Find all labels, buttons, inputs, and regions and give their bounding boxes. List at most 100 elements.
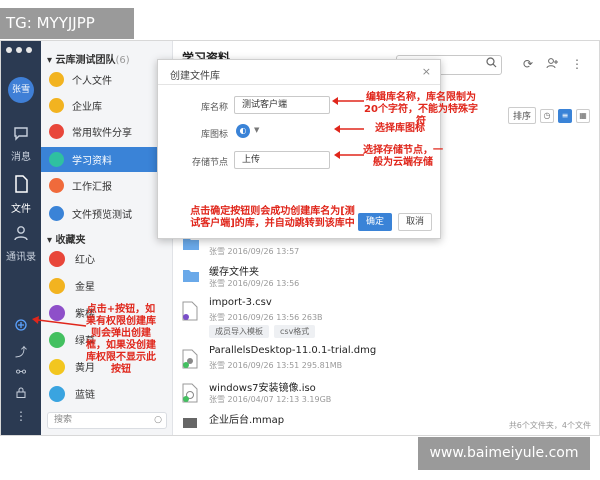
storage-node-select[interactable]: 上传 (234, 151, 330, 169)
file-tag[interactable]: csv格式 (274, 325, 316, 338)
color-dot-icon (49, 277, 65, 294)
library-search-input[interactable]: 搜索 ○ (47, 412, 167, 429)
library-item-label: 企业库 (72, 102, 102, 113)
library-name-label: 库名称 (200, 103, 228, 113)
library-item-personal[interactable]: 个人文件 (41, 67, 173, 92)
more-icon[interactable]: ⋮ (1, 409, 41, 423)
color-dot-icon (49, 358, 65, 375)
library-icon-picker[interactable]: ◐ (236, 124, 250, 138)
team-title: 云库测试团队 (55, 55, 116, 66)
arrow-icon (332, 97, 364, 105)
file-name: 企业后台.mmap (209, 415, 285, 426)
clock-icon[interactable]: ◷ (540, 108, 555, 123)
nav-files[interactable]: 文件 (1, 175, 41, 215)
refresh-icon[interactable]: ⟳ (523, 57, 533, 71)
favorites-title: 收藏夹 (55, 235, 86, 246)
file-meta: 张雪 2016/09/26 13:57 (209, 247, 300, 256)
file-row[interactable]: import-3.csv 张雪 2016/09/26 13:56 263B 成员… (182, 295, 582, 338)
library-icon (49, 124, 64, 139)
nav-messages[interactable]: 消息 (1, 125, 41, 163)
library-item-enterprise[interactable]: 企业库 (41, 93, 173, 118)
folder-icon (49, 72, 64, 87)
file-tag[interactable]: 成员导入模板 (209, 325, 269, 338)
library-icon (49, 178, 64, 193)
library-search-placeholder: 搜索 (54, 415, 73, 425)
divider (158, 84, 440, 85)
sort-label: 排序 (513, 112, 532, 122)
favorite-label: 蓝链 (75, 390, 95, 401)
library-item-label: 学习资料 (72, 156, 112, 167)
nav-files-label: 文件 (11, 204, 31, 215)
folder-icon (182, 267, 200, 289)
annotation-library-icon: 选择库图标 (375, 123, 425, 134)
search-icon (486, 57, 497, 71)
file-count: 共6个文件夹，4个文件 (508, 421, 591, 430)
sort-button[interactable]: 排序 (508, 107, 537, 124)
watermark-bottom: www.baimeiyule.com (418, 437, 590, 470)
add-user-icon[interactable] (546, 57, 558, 72)
left-nav: 张雪 消息 文件 通讯录 ⤴ ⚯ ⋮ (1, 41, 41, 435)
search-icon: ○ (154, 415, 162, 425)
chevron-down-icon[interactable]: ▼ (254, 126, 259, 134)
watermark-top: TG: MYYJJPP (0, 8, 134, 39)
file-meta: 张雪 2016/04/07 12:13 3.19GB (209, 395, 332, 404)
library-name-input[interactable]: 测试客户端 (234, 96, 330, 114)
folder-icon (49, 98, 64, 113)
more-icon[interactable]: ⋮ (571, 57, 583, 71)
dmg-file-icon (182, 349, 200, 371)
user-icon (1, 225, 41, 245)
color-dot-icon (49, 385, 65, 402)
file-name: ParallelsDesktop-11.0.1-trial.dmg (209, 345, 377, 356)
library-item-label: 文件预览测试 (72, 210, 132, 221)
annotation-confirm: 点击确定按钮则会成功创建库名为[测试客户端]的库，并自动跳转到该库中 (190, 206, 355, 229)
library-item-label: 工作汇报 (72, 182, 112, 193)
nav-messages-label: 消息 (11, 152, 31, 163)
view-toolbar: 排序 ◷ ≡ ▦ (508, 107, 591, 124)
favorite-label: 红心 (75, 255, 95, 266)
lock-icon[interactable] (1, 387, 41, 401)
library-item-study[interactable]: 学习资料 (41, 147, 173, 172)
favorite-item[interactable]: 蓝链 (41, 381, 173, 406)
cancel-button[interactable]: 取消 (398, 213, 432, 231)
avatar[interactable]: 张雪 (8, 77, 34, 103)
file-name: windows7安装镜像.iso (209, 383, 316, 394)
file-name: import-3.csv (209, 297, 272, 308)
arrow-icon (334, 125, 364, 133)
confirm-button[interactable]: 确定 (358, 213, 392, 231)
team-count: (6) (115, 55, 130, 66)
library-item-label: 个人文件 (72, 76, 112, 87)
list-view-icon[interactable]: ≡ (558, 108, 573, 123)
arrow-icon (32, 316, 87, 327)
csv-file-icon (182, 301, 200, 323)
library-item-preview[interactable]: 文件预览测试 (41, 201, 173, 226)
grid-view-icon[interactable]: ▦ (576, 108, 591, 123)
share-icon[interactable]: ⤴ (1, 343, 41, 360)
team-header[interactable]: ▾ 云库测试团队(6) (47, 51, 130, 66)
file-icon (1, 175, 41, 197)
color-dot-icon (49, 331, 65, 348)
annotation-storage: 选择存储节点，一般为云端存储 (363, 145, 443, 168)
library-icon (49, 206, 64, 221)
dialog-title: 创建文件库 (170, 71, 220, 82)
favorite-item[interactable]: 红心 (41, 246, 173, 271)
library-icon-label: 库图标 (200, 130, 228, 140)
file-meta: 张雪 2016/09/26 13:56 263B (209, 313, 323, 322)
arrow-icon (334, 151, 364, 159)
file-name: 缓存文件夹 (209, 267, 259, 278)
library-item-report[interactable]: 工作汇报 (41, 173, 173, 198)
library-icon (49, 152, 64, 167)
library-item-label: 常用软件分享 (72, 128, 132, 139)
storage-node-label: 存储节点 (191, 158, 228, 168)
chat-icon (1, 125, 41, 145)
mmap-file-icon (182, 415, 200, 435)
favorite-item[interactable]: 金星 (41, 273, 173, 298)
nav-contacts[interactable]: 通讯录 (1, 225, 41, 263)
annotation-plus-button: 点击+按钮，如果有权限创建库则会弹出创建框，如果没创建库权限不显示此按钮 (86, 304, 156, 375)
library-item-software[interactable]: 常用软件分享 (41, 119, 173, 144)
close-icon[interactable]: × (422, 65, 431, 78)
favorite-label: 金星 (75, 282, 95, 293)
window-controls[interactable] (6, 47, 32, 53)
color-dot-icon (49, 250, 65, 267)
link-icon[interactable]: ⚯ (1, 365, 41, 379)
favorites-header[interactable]: ▾ 收藏夹 (47, 231, 86, 246)
